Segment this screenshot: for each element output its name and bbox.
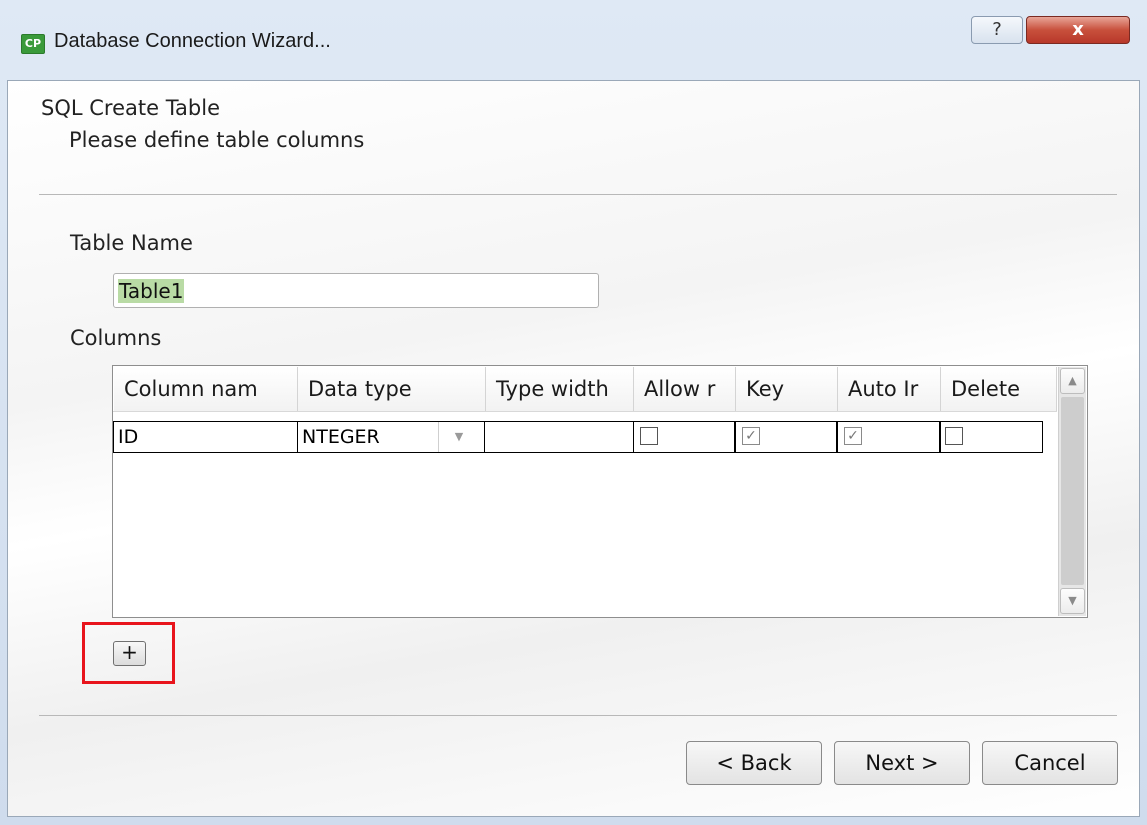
columns-label: Columns [70, 326, 162, 350]
scroll-thumb[interactable] [1061, 397, 1084, 585]
next-button[interactable]: Next > [834, 741, 970, 785]
add-column-button[interactable]: + [113, 641, 146, 666]
table-name-input[interactable]: Table1 [113, 273, 599, 308]
header-data-type[interactable]: Data type [298, 367, 486, 411]
header-type-width[interactable]: Type width [486, 367, 634, 411]
scroll-down-icon[interactable]: ▼ [1060, 588, 1085, 614]
header-allow-null[interactable]: Allow r [634, 367, 736, 411]
column-name-value: ID [118, 426, 139, 448]
dialog-window: CP Database Connection Wizard... ? x SQL… [0, 0, 1147, 825]
auto-increment-checkbox[interactable]: ✓ [844, 427, 862, 445]
page-title: SQL Create Table [41, 96, 220, 120]
cell-key: ✓ [735, 421, 837, 453]
delete-checkbox[interactable] [945, 427, 963, 445]
header-key[interactable]: Key [736, 367, 838, 411]
cancel-button[interactable]: Cancel [982, 741, 1118, 785]
header-auto-increment[interactable]: Auto Ir [838, 367, 941, 411]
grid-scrollbar[interactable]: ▲ ▼ [1058, 367, 1086, 616]
header-divider-line [113, 411, 1057, 412]
app-logo-icon: CP [21, 34, 45, 54]
header-column-name[interactable]: Column nam [114, 367, 298, 411]
table-name-label: Table Name [70, 231, 193, 255]
cell-data-type-dropdown[interactable]: NTEGER ▼ [297, 421, 485, 453]
help-button[interactable]: ? [971, 16, 1023, 44]
footer-divider [39, 715, 1117, 716]
allow-null-checkbox[interactable] [640, 427, 658, 445]
columns-grid[interactable]: Column nam Data type Type width Allow r … [112, 365, 1088, 618]
header-delete[interactable]: Delete [941, 367, 1057, 411]
cell-type-width[interactable] [485, 421, 633, 453]
data-type-value: NTEGER [302, 426, 380, 448]
dropdown-arrow-icon[interactable]: ▼ [438, 422, 479, 452]
back-button[interactable]: < Back [686, 741, 822, 785]
cell-allow-null [633, 421, 735, 453]
key-checkbox[interactable]: ✓ [742, 427, 760, 445]
scroll-up-icon[interactable]: ▲ [1060, 368, 1085, 394]
cell-auto-increment: ✓ [837, 421, 940, 453]
close-button[interactable]: x [1026, 16, 1130, 44]
window-title: Database Connection Wizard... [54, 30, 331, 52]
page-subtitle: Please define table columns [69, 128, 365, 152]
cell-column-name[interactable]: ID [113, 421, 298, 453]
title-bar: CP Database Connection Wizard... ? x [0, 0, 1147, 80]
header-divider [39, 194, 1117, 195]
cell-delete [940, 421, 1043, 453]
table-name-value: Table1 [118, 279, 185, 303]
